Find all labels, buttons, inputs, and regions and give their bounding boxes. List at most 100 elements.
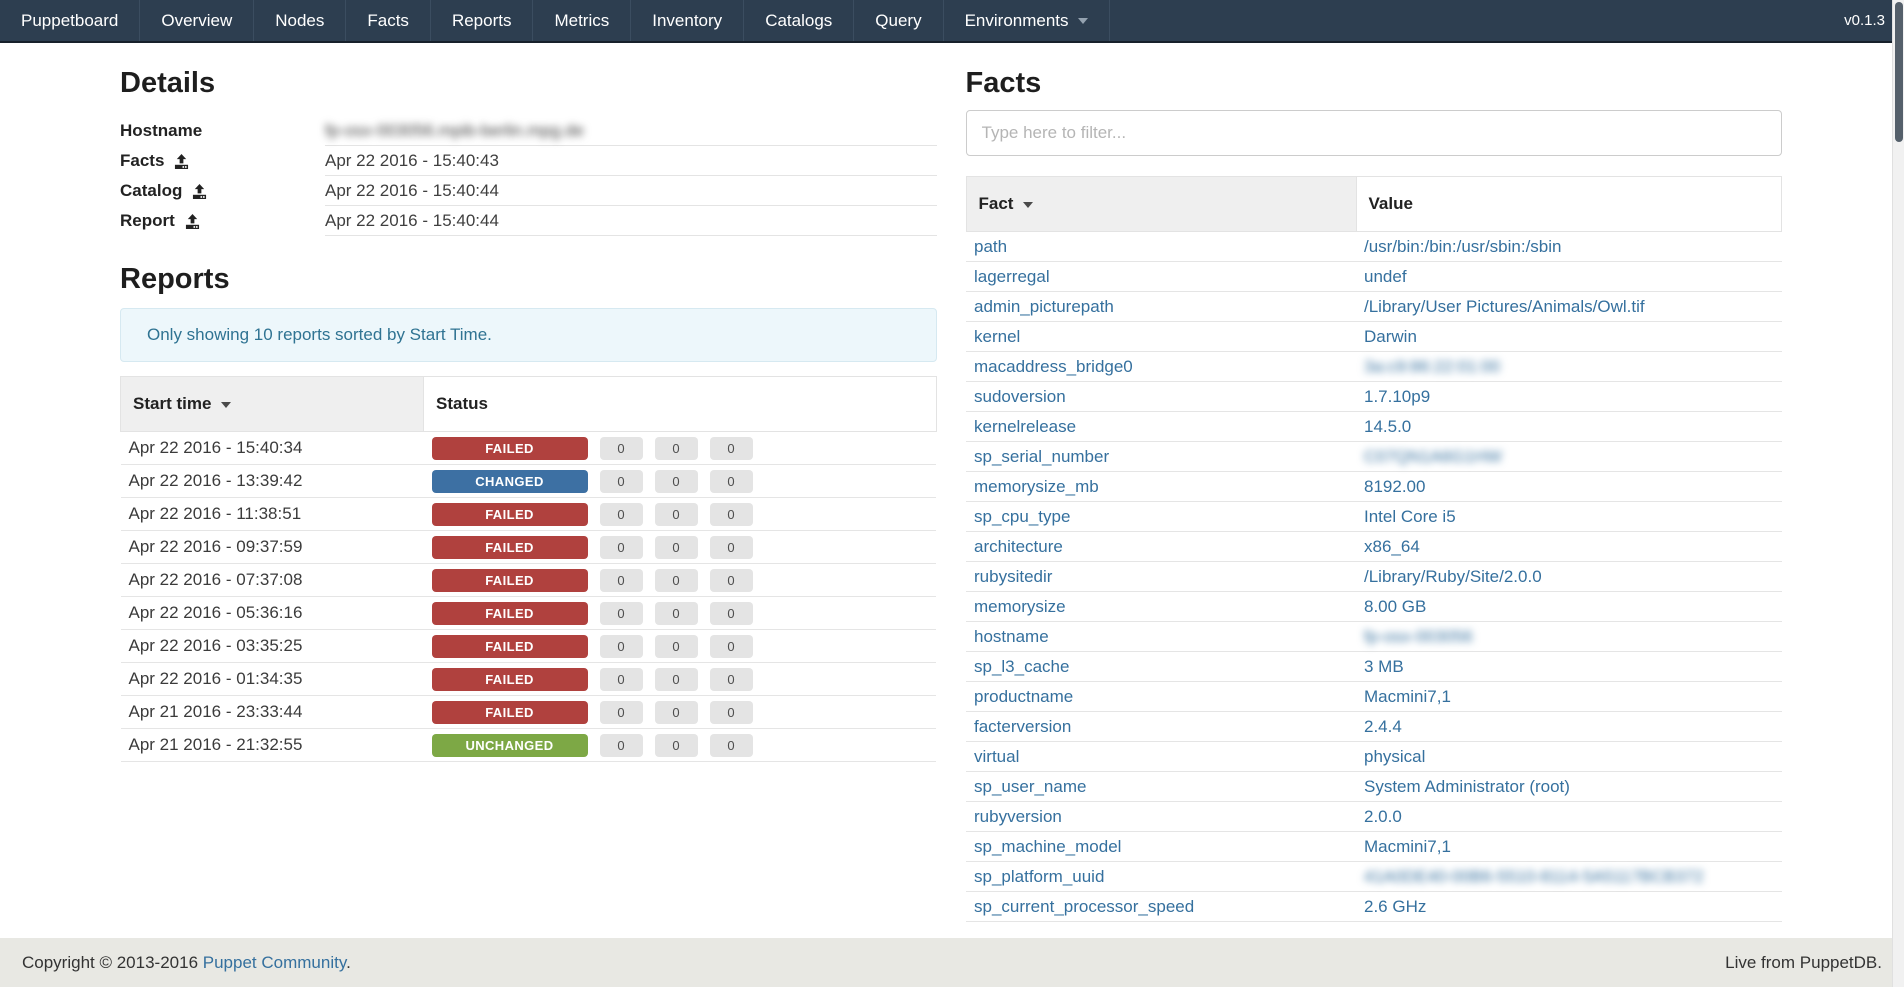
report-count-badge: 0	[655, 734, 698, 757]
navbar-item-overview[interactable]: Overview	[140, 0, 254, 41]
fact-name-link[interactable]: virtual	[974, 747, 1019, 766]
details-row-label: Facts	[120, 151, 164, 171]
fact-name-link[interactable]: kernel	[974, 327, 1020, 346]
fact-name-link[interactable]: memorysize_mb	[974, 477, 1099, 496]
report-row: Apr 22 2016 - 09:37:59 FAILED 0 0 0	[121, 531, 937, 564]
fact-name-link[interactable]: sp_current_processor_speed	[974, 897, 1194, 916]
details-row: Hostname fp-osx-003056.mpib-berlin.mpg.d…	[120, 116, 937, 146]
fact-name-link[interactable]: sudoversion	[974, 387, 1066, 406]
fact-name-link[interactable]: rubyversion	[974, 807, 1062, 826]
fact-name-link[interactable]: memorysize	[974, 597, 1066, 616]
scrollbar-track[interactable]	[1892, 0, 1904, 987]
fact-value-link[interactable]: C07QN1A6G1HW	[1364, 447, 1502, 466]
fact-value-link[interactable]: 3 MB	[1364, 657, 1404, 676]
fact-name-link[interactable]: macaddress_bridge0	[974, 357, 1133, 376]
fact-name-link[interactable]: sp_machine_model	[974, 837, 1121, 856]
fact-value-link[interactable]: /Library/Ruby/Site/2.0.0	[1364, 567, 1542, 586]
facts-filter-input[interactable]	[966, 110, 1783, 156]
fact-row: sp_current_processor_speed 2.6 GHz	[966, 892, 1782, 922]
report-count-badge: 0	[710, 668, 753, 691]
facts-column-fact[interactable]: Fact	[966, 177, 1356, 232]
footer-status: Live from PuppetDB.	[1725, 953, 1882, 973]
fact-name-link[interactable]: admin_picturepath	[974, 297, 1114, 316]
fact-name-link[interactable]: facterversion	[974, 717, 1071, 736]
navbar-item-nodes[interactable]: Nodes	[254, 0, 346, 41]
puppet-community-link[interactable]: Puppet Community	[203, 953, 346, 972]
fact-name-link[interactable]: sp_cpu_type	[974, 507, 1070, 526]
report-start-time: Apr 22 2016 - 15:40:34	[121, 432, 424, 465]
report-count-badge: 0	[655, 536, 698, 559]
facts-title: Facts	[966, 66, 1783, 100]
fact-row: macaddress_bridge0 3a:c9:86:22:01:00	[966, 352, 1782, 382]
report-count-badge: 0	[655, 602, 698, 625]
fact-value-link[interactable]: 8.00 GB	[1364, 597, 1426, 616]
fact-row: kernel Darwin	[966, 322, 1782, 352]
footer: Copyright © 2013-2016 Puppet Community. …	[0, 938, 1904, 987]
node-details-column: Details Hostname fp-osx-003056.mpib-berl…	[120, 43, 937, 922]
fact-value-link[interactable]: fp-osx-003056	[1364, 627, 1473, 646]
fact-value-link[interactable]: Darwin	[1364, 327, 1417, 346]
fact-row: sp_user_name System Administrator (root)	[966, 772, 1782, 802]
report-count-badge: 0	[600, 635, 643, 658]
report-status-badge: FAILED	[432, 635, 588, 658]
fact-row: rubyversion 2.0.0	[966, 802, 1782, 832]
fact-value-link[interactable]: /usr/bin:/bin:/usr/sbin:/sbin	[1364, 237, 1561, 256]
fact-value-link[interactable]: 14.5.0	[1364, 417, 1411, 436]
reports-column-status[interactable]: Status	[424, 377, 937, 432]
navbar-item-metrics[interactable]: Metrics	[533, 0, 631, 41]
fact-value-link[interactable]: Macmini7,1	[1364, 687, 1451, 706]
navbar-item-query[interactable]: Query	[854, 0, 943, 41]
fact-value-link[interactable]: Macmini7,1	[1364, 837, 1451, 856]
fact-value-link[interactable]: x86_64	[1364, 537, 1420, 556]
fact-name-link[interactable]: sp_user_name	[974, 777, 1086, 796]
navbar-environments-dropdown[interactable]: Environments	[944, 0, 1110, 41]
navbar-item-catalogs[interactable]: Catalogs	[744, 0, 854, 41]
fact-row: productname Macmini7,1	[966, 682, 1782, 712]
fact-value-link[interactable]: Intel Core i5	[1364, 507, 1456, 526]
fact-value-link[interactable]: 8192.00	[1364, 477, 1425, 496]
fact-value-link[interactable]: /Library/User Pictures/Animals/Owl.tif	[1364, 297, 1645, 316]
fact-row: lagerregal undef	[966, 262, 1782, 292]
scrollbar-thumb[interactable]	[1895, 2, 1903, 142]
fact-name-link[interactable]: lagerregal	[974, 267, 1050, 286]
navbar-item-reports[interactable]: Reports	[431, 0, 534, 41]
fact-name-link[interactable]: hostname	[974, 627, 1049, 646]
fact-value-link[interactable]: undef	[1364, 267, 1407, 286]
navbar-environments-label: Environments	[965, 11, 1069, 31]
fact-value-link[interactable]: 2.0.0	[1364, 807, 1402, 826]
fact-row: sudoversion 1.7.10p9	[966, 382, 1782, 412]
reports-column-start-time[interactable]: Start time	[121, 377, 424, 432]
fact-name-link[interactable]: sp_platform_uuid	[974, 867, 1104, 886]
report-count-badge: 0	[655, 701, 698, 724]
report-count-badge: 0	[710, 536, 753, 559]
fact-value-link[interactable]: 41A0DE40-00B6-5510-8114-5A5117BCB372	[1364, 867, 1704, 886]
fact-name-link[interactable]: rubysitedir	[974, 567, 1052, 586]
navbar-item-facts[interactable]: Facts	[346, 0, 431, 41]
main-content: Details Hostname fp-osx-003056.mpib-berl…	[0, 43, 1904, 922]
facts-column-value[interactable]: Value	[1356, 177, 1782, 232]
report-start-time: Apr 21 2016 - 23:33:44	[121, 696, 424, 729]
fact-value-link[interactable]: physical	[1364, 747, 1425, 766]
footer-copyright: Copyright © 2013-2016 Puppet Community.	[22, 953, 351, 973]
report-status-badge: CHANGED	[432, 470, 588, 493]
report-status-badge: FAILED	[432, 668, 588, 691]
sort-desc-icon	[221, 402, 231, 408]
fact-value-link[interactable]: 2.6 GHz	[1364, 897, 1426, 916]
report-status-badge: FAILED	[432, 437, 588, 460]
fact-name-link[interactable]: path	[974, 237, 1007, 256]
reports-title: Reports	[120, 262, 937, 296]
fact-name-link[interactable]: architecture	[974, 537, 1063, 556]
report-count-badge: 0	[655, 569, 698, 592]
fact-name-link[interactable]: sp_l3_cache	[974, 657, 1069, 676]
details-row-value: fp-osx-003056.mpib-berlin.mpg.de	[325, 121, 584, 141]
fact-value-link[interactable]: 2.4.4	[1364, 717, 1402, 736]
fact-name-link[interactable]: sp_serial_number	[974, 447, 1109, 466]
fact-value-link[interactable]: 1.7.10p9	[1364, 387, 1430, 406]
report-start-time: Apr 22 2016 - 07:37:08	[121, 564, 424, 597]
fact-value-link[interactable]: 3a:c9:86:22:01:00	[1364, 357, 1500, 376]
navbar-item-inventory[interactable]: Inventory	[631, 0, 744, 41]
fact-name-link[interactable]: kernelrelease	[974, 417, 1076, 436]
fact-name-link[interactable]: productname	[974, 687, 1073, 706]
fact-value-link[interactable]: System Administrator (root)	[1364, 777, 1570, 796]
navbar-brand[interactable]: Puppetboard	[0, 0, 140, 41]
